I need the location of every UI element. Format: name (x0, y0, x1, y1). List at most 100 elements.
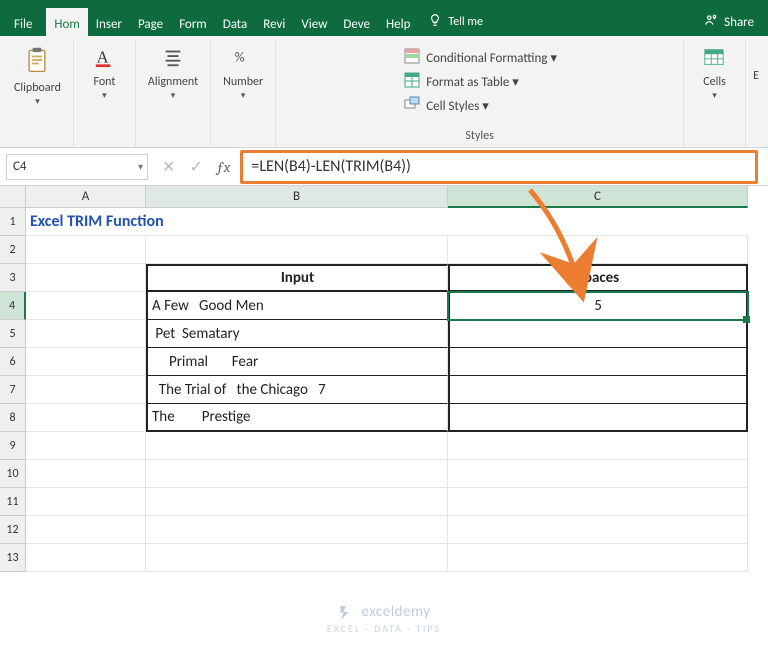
svg-text:A: A (97, 48, 109, 67)
cell-a11[interactable] (26, 488, 146, 516)
row-header-8[interactable]: 8 (0, 404, 26, 432)
cell-a12[interactable] (26, 516, 146, 544)
font-label: Font (93, 75, 115, 89)
cell-a7[interactable] (26, 376, 146, 404)
row-header-9[interactable]: 9 (0, 432, 26, 460)
cancel-formula-icon[interactable]: ✕ (162, 157, 175, 177)
cell-input-7[interactable]: The Trial of the Chicago 7 (146, 376, 448, 404)
tab-view[interactable]: View (293, 8, 335, 36)
ribbon-group-cells: Cells▾ (684, 40, 746, 147)
number-button[interactable]: % Number▾ (221, 42, 265, 102)
ribbon-group-clipboard: Clipboard▾ (2, 40, 74, 147)
group-label-styles: Styles (465, 129, 493, 145)
cell-c10[interactable] (448, 460, 748, 488)
cell-c2[interactable] (448, 236, 748, 264)
title-cell[interactable]: Excel TRIM Function (26, 208, 748, 236)
cell-b13[interactable] (146, 544, 448, 572)
tell-me-label: Tell me (448, 15, 483, 29)
font-button[interactable]: A Font▾ (91, 42, 117, 102)
dropdown-icon: ▾ (712, 90, 717, 101)
editing-button[interactable]: E (751, 42, 761, 83)
cell-c12[interactable] (448, 516, 748, 544)
cell-spaces-8[interactable] (448, 404, 748, 432)
fill-handle[interactable] (743, 316, 750, 323)
ribbon-group-number: % Number▾ (211, 40, 276, 147)
cell-b12[interactable] (146, 516, 448, 544)
cell-input-6[interactable]: Primal Fear (146, 348, 448, 376)
column-header-a[interactable]: A (26, 186, 146, 208)
row-header-13[interactable]: 13 (0, 544, 26, 572)
cell-c9[interactable] (448, 432, 748, 460)
cell-a9[interactable] (26, 432, 146, 460)
row-header-6[interactable]: 6 (0, 348, 26, 376)
cell-a5[interactable] (26, 320, 146, 348)
share-icon (704, 13, 718, 31)
cell-a10[interactable] (26, 460, 146, 488)
cell-spaces-4[interactable]: 5 (448, 292, 748, 320)
clipboard-icon (23, 46, 51, 78)
header-input[interactable]: Input (146, 264, 448, 292)
cell-b11[interactable] (146, 488, 448, 516)
cells-button[interactable]: Cells▾ (701, 42, 728, 102)
row-header-2[interactable]: 2 (0, 236, 26, 264)
cell-a3[interactable] (26, 264, 146, 292)
percent-icon: % (232, 46, 254, 72)
tab-formulas[interactable]: Form (171, 8, 215, 36)
cell-input-5[interactable]: Pet Sematary (146, 320, 448, 348)
conditional-formatting-button[interactable]: Conditional Formatting ▾ (404, 48, 557, 68)
tab-data[interactable]: Data (215, 8, 256, 36)
ribbon-group-alignment: Alignment▾ (136, 40, 211, 147)
tab-developer[interactable]: Deve (335, 8, 378, 36)
header-spaces[interactable]: Spaces (448, 264, 748, 292)
cell-b9[interactable] (146, 432, 448, 460)
row-header-10[interactable]: 10 (0, 460, 26, 488)
formula-bar-row: C4 ▾ ✕ ✓ ƒx =LEN(B4)-LEN(TRIM(B4)) (0, 148, 768, 186)
name-box[interactable]: C4 ▾ (6, 154, 148, 180)
cell-a6[interactable] (26, 348, 146, 376)
cell-a8[interactable] (26, 404, 146, 432)
row-header-4[interactable]: 4 (0, 292, 26, 320)
watermark-subtext: EXCEL · DATA · TIPS (327, 622, 441, 635)
cell-a4[interactable] (26, 292, 146, 320)
cell-spaces-5[interactable] (448, 320, 748, 348)
cell-b10[interactable] (146, 460, 448, 488)
cell-c11[interactable] (448, 488, 748, 516)
cell-spaces-6[interactable] (448, 348, 748, 376)
conditional-formatting-icon (404, 48, 420, 68)
cell-b2[interactable] (146, 236, 448, 264)
formula-bar[interactable]: =LEN(B4)-LEN(TRIM(B4)) (240, 150, 758, 184)
cell-spaces-7[interactable] (448, 376, 748, 404)
cell-input-4[interactable]: A Few Good Men (146, 292, 448, 320)
tab-review[interactable]: Revi (255, 8, 293, 36)
svg-text:%: % (235, 49, 245, 66)
row-header-7[interactable]: 7 (0, 376, 26, 404)
alignment-button[interactable]: Alignment▾ (146, 42, 200, 102)
column-header-b[interactable]: B (146, 186, 448, 208)
tab-page-layout[interactable]: Page (130, 8, 171, 36)
tab-file[interactable]: File (0, 8, 46, 36)
cell-input-8[interactable]: The Prestige (146, 404, 448, 432)
format-as-table-button[interactable]: Format as Table ▾ (404, 72, 519, 92)
paste-button[interactable]: Clipboard▾ (12, 42, 63, 108)
row-header-12[interactable]: 12 (0, 516, 26, 544)
share-label: Share (724, 15, 754, 30)
enter-formula-icon[interactable]: ✓ (189, 157, 202, 177)
row-header-3[interactable]: 3 (0, 264, 26, 292)
select-all-corner[interactable] (0, 186, 26, 208)
row-header-5[interactable]: 5 (0, 320, 26, 348)
share-button[interactable]: Share (690, 8, 768, 36)
fx-icon[interactable]: ƒx (217, 158, 231, 176)
row-header-1[interactable]: 1 (0, 208, 26, 236)
tab-insert[interactable]: Inser (88, 8, 130, 36)
cell-a13[interactable] (26, 544, 146, 572)
tell-me-search[interactable]: Tell me (418, 8, 493, 36)
column-header-c[interactable]: C (448, 186, 748, 208)
cell-styles-button[interactable]: Cell Styles ▾ (404, 96, 489, 116)
tab-home[interactable]: Hom (46, 8, 87, 36)
cell-a2[interactable] (26, 236, 146, 264)
cell-c13[interactable] (448, 544, 748, 572)
row-header-11[interactable]: 11 (0, 488, 26, 516)
tab-help[interactable]: Help (378, 8, 418, 36)
worksheet-grid[interactable]: A B C 12345678910111213 Excel TRIM Funct… (0, 186, 768, 663)
watermark-text: exceldemy (362, 603, 431, 621)
